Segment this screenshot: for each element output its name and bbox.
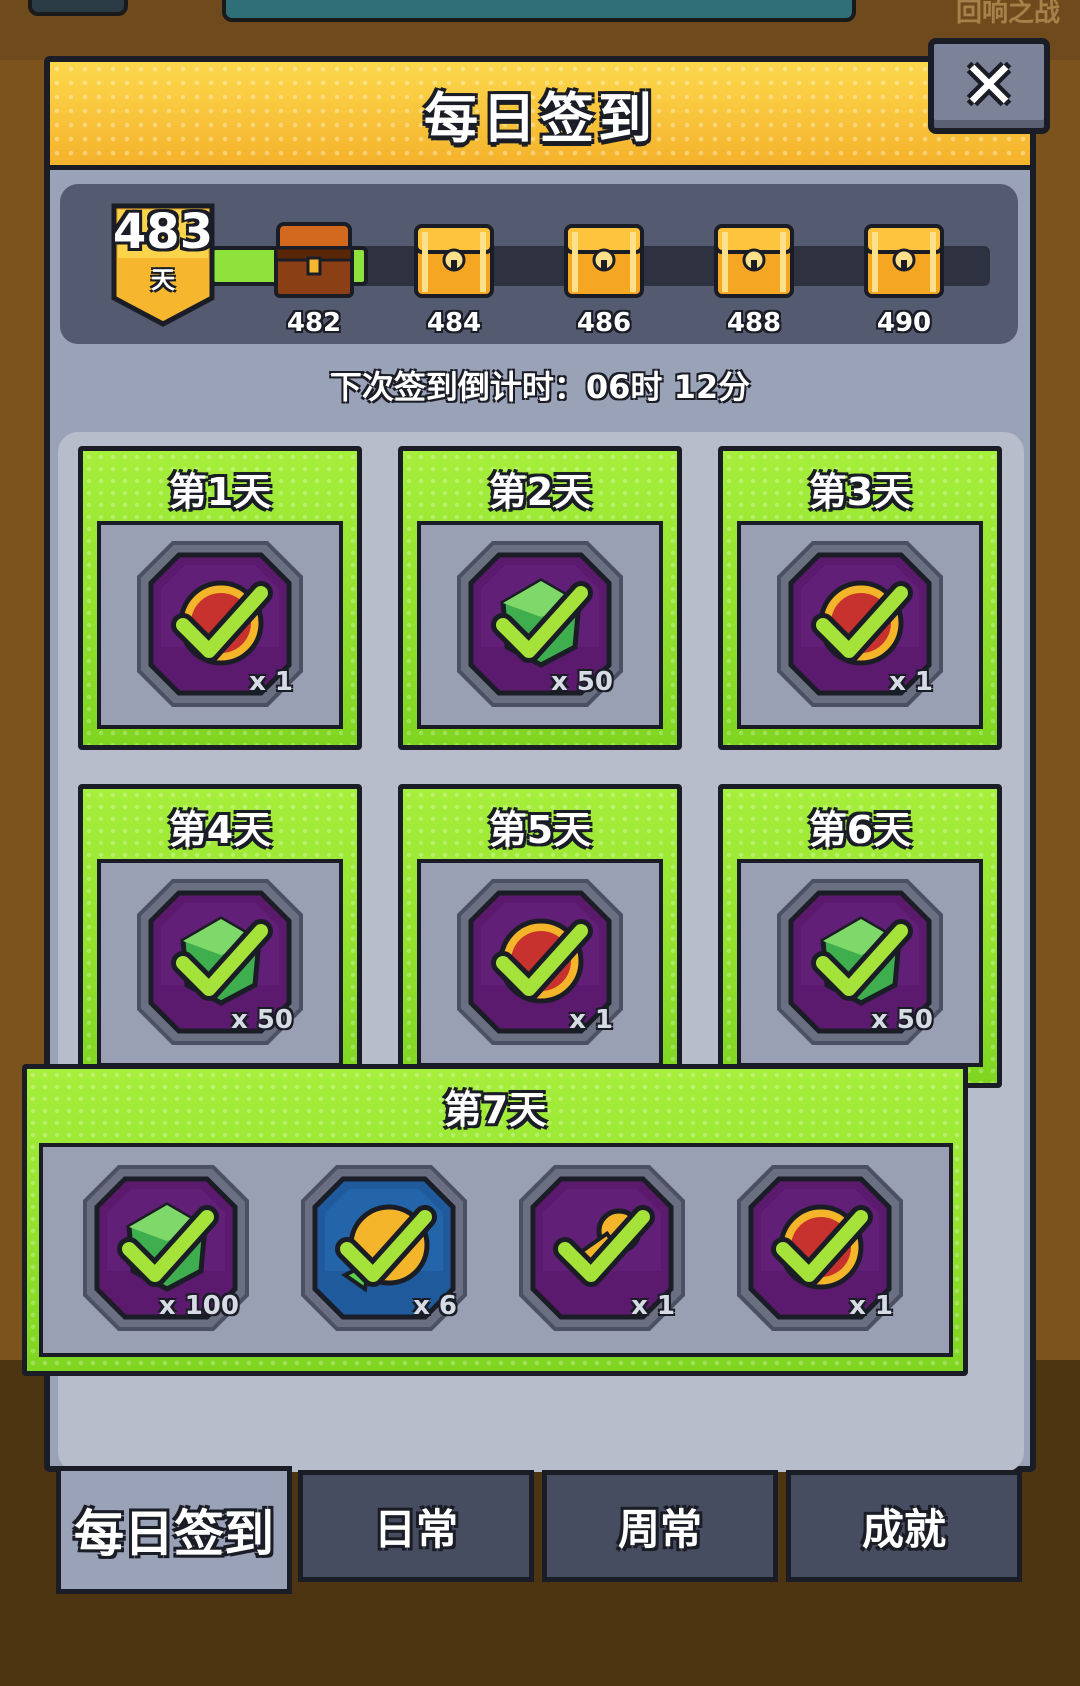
claimed-check-icon	[115, 1195, 219, 1299]
claimed-check-icon	[333, 1195, 437, 1299]
reward-slot[interactable]: x 1	[773, 537, 947, 711]
reward-quantity: x 1	[249, 667, 293, 697]
reward-slot[interactable]: x 1	[515, 1161, 689, 1335]
reward-quantity: x 100	[158, 1291, 239, 1321]
day-card-reward-area: x 1	[97, 521, 343, 729]
claimed-check-icon	[809, 909, 913, 1013]
day-card-title: 第5天	[488, 808, 592, 852]
reward-slot[interactable]: x 1	[733, 1161, 907, 1335]
reward-quantity: x 1	[631, 1291, 675, 1321]
chest-gold-icon[interactable]	[712, 218, 796, 302]
chest-gold-icon[interactable]	[862, 218, 946, 302]
streak-day-count: 483	[112, 204, 214, 260]
reward-quantity: x 1	[849, 1291, 893, 1321]
chest-gold-icon[interactable]	[562, 218, 646, 302]
reward-quantity: x 1	[889, 667, 933, 697]
day-card-3[interactable]: 第3天 x 1	[718, 446, 1002, 750]
claimed-check-icon	[169, 909, 273, 1013]
day-card-7[interactable]: 第7天 x 100 x 6 x 1 x 1	[22, 1064, 968, 1376]
day-card-title: 第3天	[808, 470, 912, 514]
reward-quantity: x 50	[550, 667, 613, 697]
panel-header: 每日签到	[50, 62, 1030, 170]
reward-slot[interactable]: x 100	[79, 1161, 253, 1335]
tab-weekly[interactable]: 周常	[542, 1470, 778, 1582]
milestone-label: 482	[286, 308, 342, 338]
reward-quantity: x 50	[230, 1005, 293, 1035]
next-checkin-countdown: 下次签到倒计时：06时 12分	[329, 368, 751, 406]
reward-slot[interactable]: x 50	[773, 875, 947, 1049]
background-banner	[222, 0, 856, 22]
day-card-5[interactable]: 第5天 x 1	[398, 784, 682, 1088]
close-icon: ✕	[961, 47, 1017, 124]
tab-daily[interactable]: 日常	[298, 1470, 534, 1582]
milestone-label: 490	[876, 308, 932, 338]
day-card-2[interactable]: 第2天 x 50	[398, 446, 682, 750]
reward-slot[interactable]: x 50	[133, 875, 307, 1049]
reward-slot[interactable]: x 1	[453, 875, 627, 1049]
milestone-label: 488	[726, 308, 782, 338]
day-card-6[interactable]: 第6天 x 50	[718, 784, 1002, 1088]
chest-opened-icon[interactable]	[272, 218, 356, 302]
day-card-reward-area: x 1	[417, 859, 663, 1067]
reward-quantity: x 50	[870, 1005, 933, 1035]
claimed-check-icon	[489, 909, 593, 1013]
reward-quantity: x 6	[413, 1291, 457, 1321]
background-button	[28, 0, 128, 16]
panel-title: 每日签到	[424, 87, 656, 150]
reward-quantity: x 1	[569, 1005, 613, 1035]
background-right	[1036, 60, 1080, 1360]
claimed-check-icon	[551, 1195, 655, 1299]
day-card-reward-area: x 1	[737, 521, 983, 729]
day-card-title: 第2天	[488, 470, 592, 514]
claimed-check-icon	[809, 571, 913, 675]
tab-achievements[interactable]: 成就	[786, 1470, 1022, 1582]
claimed-check-icon	[769, 1195, 873, 1299]
reward-slot[interactable]: x 6	[297, 1161, 471, 1335]
reward-slot[interactable]: x 1	[133, 537, 307, 711]
chest-gold-icon[interactable]	[412, 218, 496, 302]
background-faint-text: 回响之战	[955, 0, 1060, 28]
background-top-bar: 回响之战	[0, 0, 1080, 60]
day-card-title: 第1天	[168, 470, 272, 514]
tab-daily-checkin[interactable]: 每日签到	[56, 1466, 292, 1594]
streak-day-unit: 天	[151, 266, 175, 294]
day-card-title: 第4天	[168, 808, 272, 852]
close-button[interactable]: ✕	[928, 38, 1050, 134]
day-card-1[interactable]: 第1天 x 1	[78, 446, 362, 750]
milestone-label: 486	[576, 308, 632, 338]
day-card-title: 第6天	[808, 808, 912, 852]
day-card-reward-area: x 100 x 6 x 1 x 1	[39, 1143, 953, 1357]
claimed-check-icon	[489, 571, 593, 675]
day-card-title: 第7天	[443, 1088, 547, 1132]
day-card-reward-area: x 50	[737, 859, 983, 1067]
reward-slot[interactable]: x 50	[453, 537, 627, 711]
day-card-reward-area: x 50	[97, 859, 343, 1067]
milestone-label: 484	[426, 308, 482, 338]
day-card-4[interactable]: 第4天 x 50	[78, 784, 362, 1088]
streak-day-badge: 483 天	[110, 202, 216, 328]
streak-progress-strip: 483 天 482 484 486 488 490	[60, 184, 1018, 344]
day-card-reward-area: x 50	[417, 521, 663, 729]
claimed-check-icon	[169, 571, 273, 675]
